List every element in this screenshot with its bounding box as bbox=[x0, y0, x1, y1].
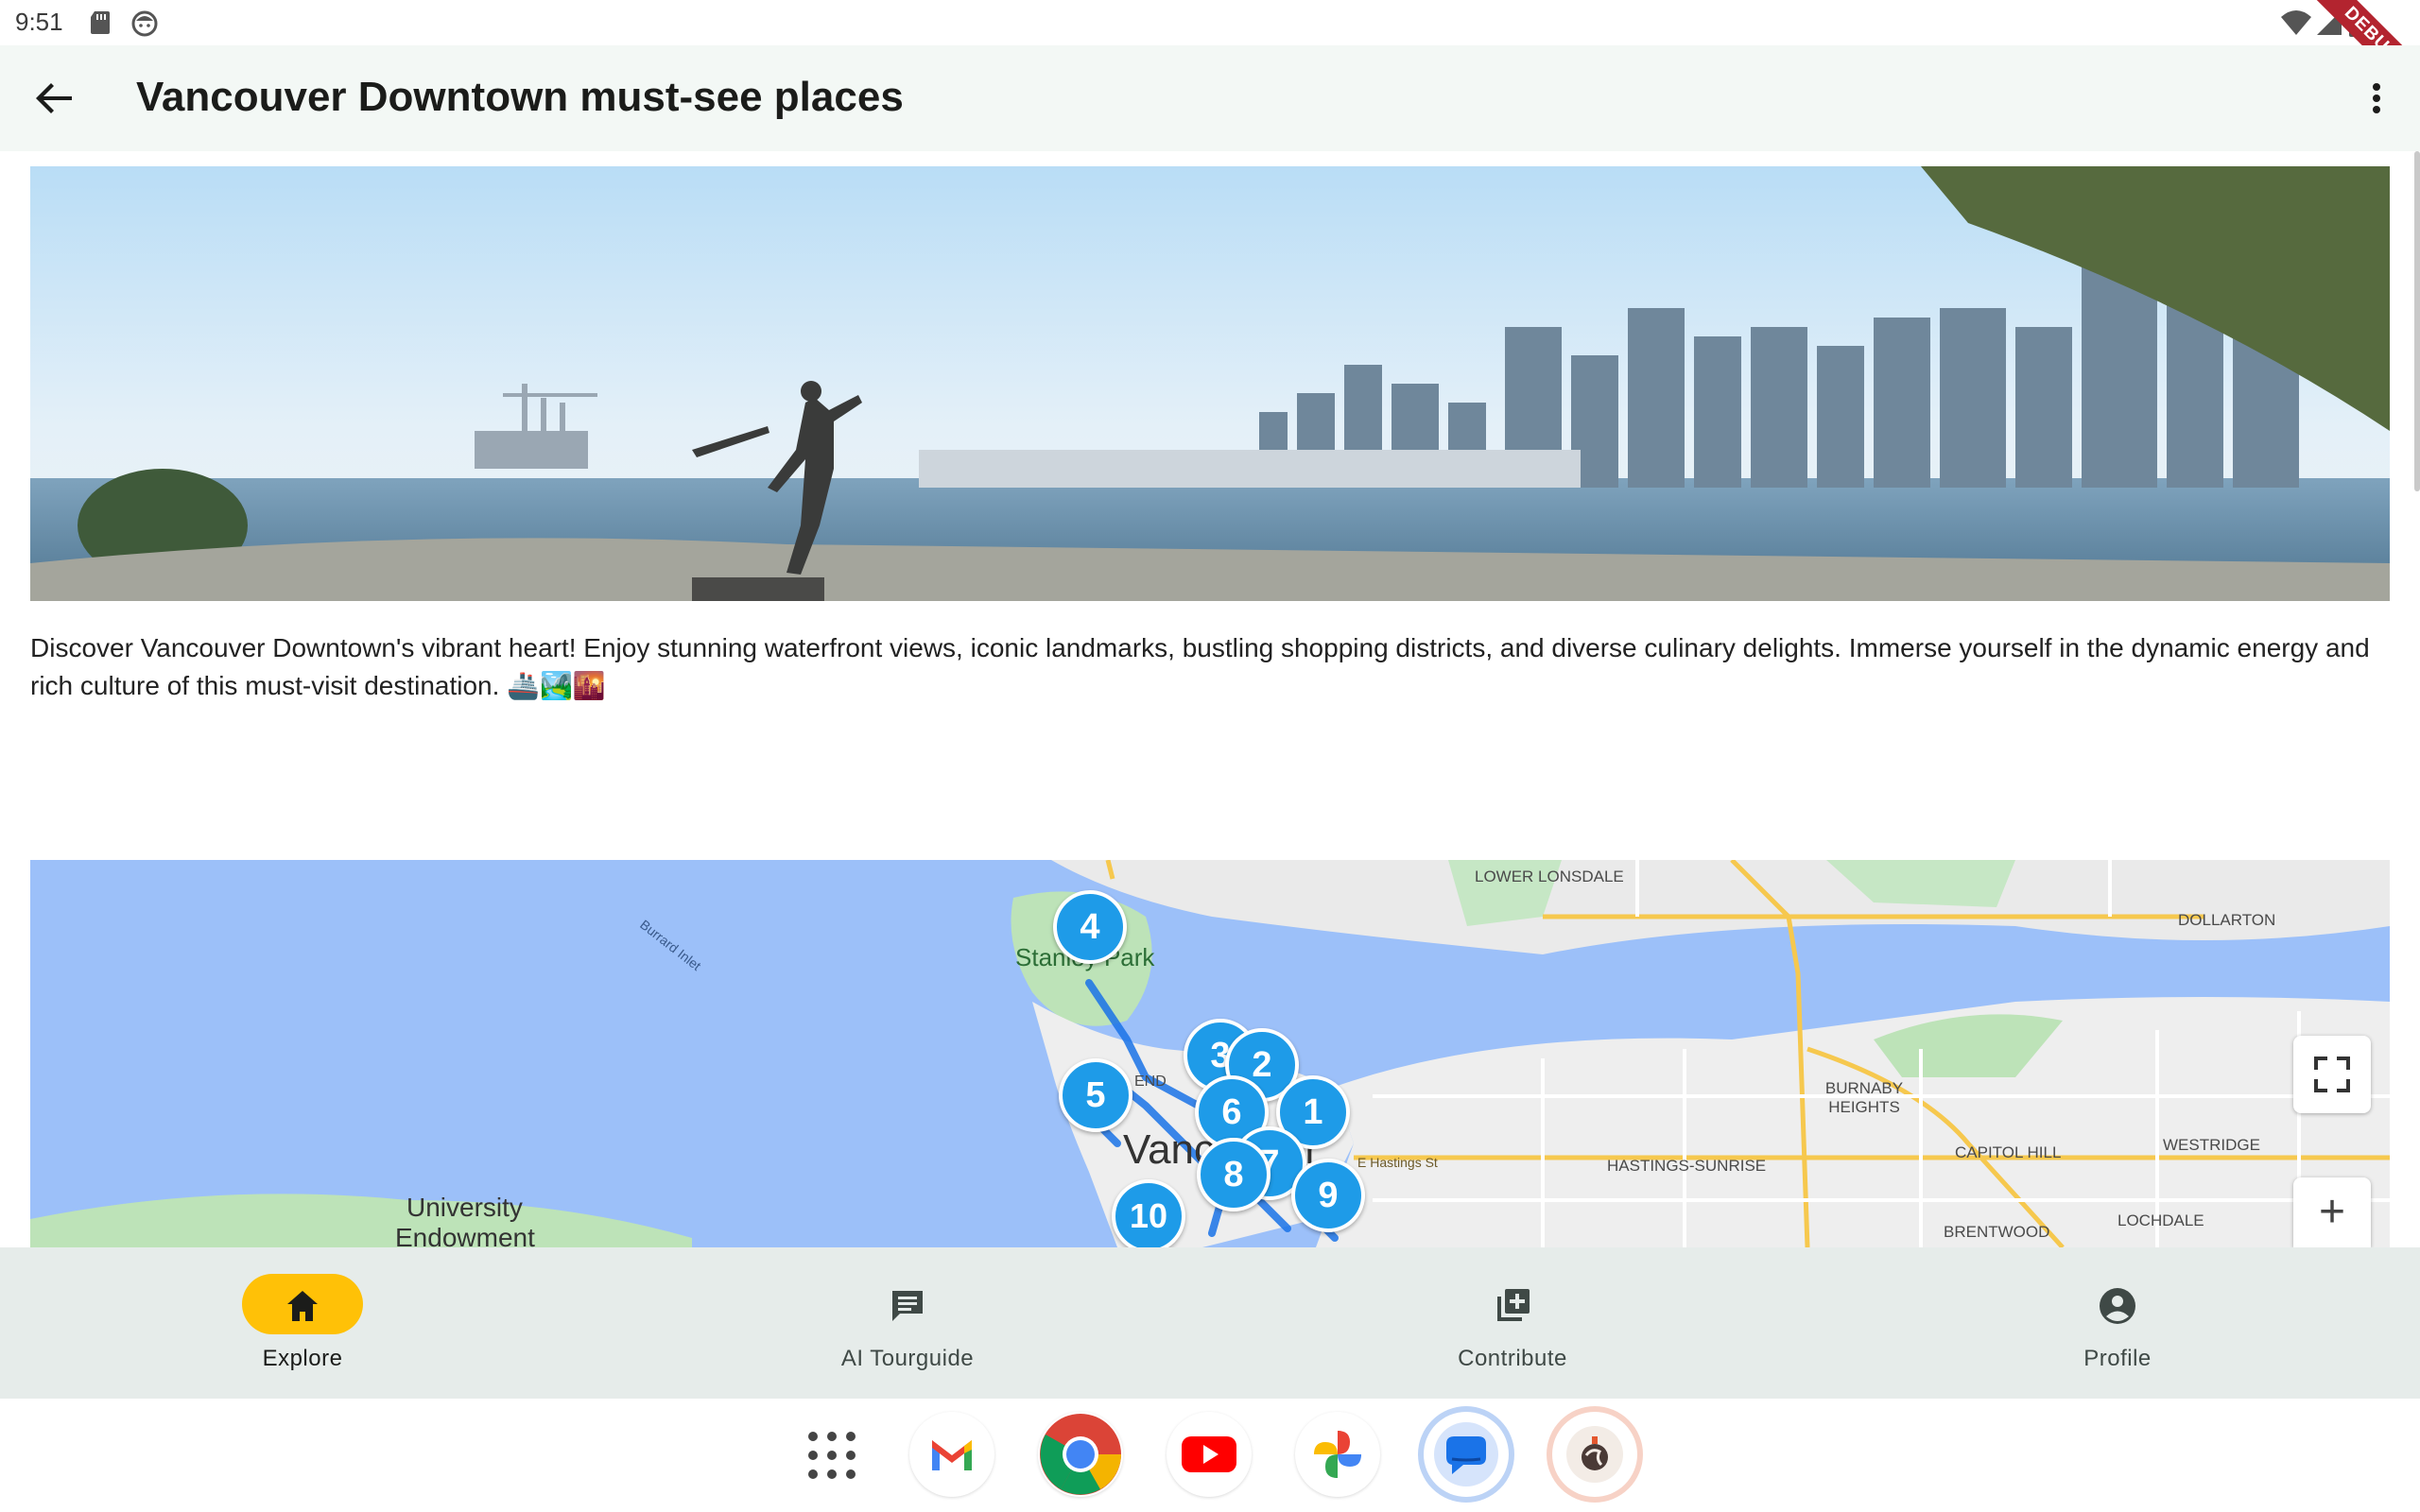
system-taskbar bbox=[0, 1399, 2420, 1512]
map-marker-4[interactable]: 4 bbox=[1053, 890, 1127, 964]
tour-content[interactable]: Discover Vancouver Downtown's vibrant he… bbox=[0, 151, 2420, 1247]
nav-label: Explore bbox=[262, 1346, 343, 1371]
status-bar: 9:51 DEBUG bbox=[0, 0, 2420, 109]
library-add-icon bbox=[1497, 1289, 1530, 1321]
map-label-capitol-hill: CAPITOL HILL bbox=[1955, 1143, 2062, 1161]
hero-image bbox=[30, 166, 2390, 601]
map-label-e-hastings: E Hastings St bbox=[1357, 1155, 1438, 1170]
nav-label: Contribute bbox=[1458, 1346, 1567, 1371]
fullscreen-icon bbox=[2314, 1057, 2350, 1092]
photos-app[interactable] bbox=[1295, 1412, 1380, 1497]
map-label-lower-lonsdale: LOWER LONSDALE bbox=[1475, 868, 1624, 885]
gmail-app[interactable] bbox=[909, 1412, 994, 1497]
sd-card-icon bbox=[91, 11, 110, 34]
map-label-lochdale: LOCHDALE bbox=[2118, 1211, 2204, 1229]
more-vert-icon[interactable] bbox=[2350, 72, 2403, 125]
map-label-endowment: Endowment bbox=[395, 1223, 535, 1247]
tour-app-icon bbox=[1566, 1426, 1623, 1483]
wifi-icon bbox=[2281, 10, 2311, 35]
messages-app[interactable] bbox=[1424, 1412, 1509, 1497]
face-icon bbox=[131, 10, 158, 37]
youtube-icon bbox=[1182, 1436, 1236, 1472]
chat-icon bbox=[892, 1291, 923, 1321]
arrow-back-icon[interactable] bbox=[28, 72, 81, 125]
photos-icon bbox=[1314, 1431, 1361, 1478]
tour-app[interactable] bbox=[1552, 1412, 1637, 1497]
nav-item-explore[interactable]: Explore bbox=[0, 1247, 605, 1399]
tour-description: Discover Vancouver Downtown's vibrant he… bbox=[30, 633, 2370, 700]
map-fullscreen-button[interactable] bbox=[2293, 1036, 2371, 1113]
nav-label: Profile bbox=[2083, 1346, 2152, 1371]
youtube-app[interactable] bbox=[1167, 1412, 1252, 1497]
nav-item-ai-tourguide[interactable]: AI Tourguide bbox=[605, 1247, 1210, 1399]
map-label-brentwood: BRENTWOOD bbox=[1944, 1223, 2050, 1241]
map-label-hastings-sunrise: HASTINGS-SUNRISE bbox=[1607, 1157, 1767, 1175]
bottom-navigation: Explore AI Tourguide Contribute Profile bbox=[0, 1247, 2420, 1399]
map-label-university: University bbox=[406, 1193, 523, 1222]
page-title: Vancouver Downtown must-see places bbox=[136, 74, 904, 120]
map-marker-8[interactable]: 8 bbox=[1197, 1138, 1270, 1211]
account-circle-icon bbox=[2100, 1288, 2135, 1324]
map-label-dollarton: DOLLARTON bbox=[2178, 911, 2276, 929]
chrome-icon bbox=[1040, 1414, 1121, 1495]
map-marker-10[interactable]: 10 bbox=[1112, 1179, 1185, 1247]
nav-item-contribute[interactable]: Contribute bbox=[1210, 1247, 1815, 1399]
messages-icon bbox=[1434, 1422, 1498, 1486]
scrollbar[interactable] bbox=[2414, 151, 2420, 491]
gmail-icon bbox=[932, 1440, 972, 1470]
home-icon bbox=[287, 1291, 318, 1321]
chrome-app[interactable] bbox=[1038, 1412, 1123, 1497]
map-label-west-end: END bbox=[1134, 1074, 1167, 1090]
map-label-westridge: WESTRIDGE bbox=[2163, 1136, 2260, 1154]
nav-item-profile[interactable]: Profile bbox=[1815, 1247, 2420, 1399]
map-label-burnaby-heights: BURNABY HEIGHTS bbox=[1824, 1079, 1904, 1116]
nav-label: AI Tourguide bbox=[840, 1346, 975, 1371]
zoom-in-label: + bbox=[2318, 1187, 2346, 1237]
app-drawer-icon[interactable] bbox=[805, 1429, 858, 1482]
tour-map[interactable]: LOWER LONSDALE DOLLARTON Burrard Inlet S… bbox=[30, 860, 2390, 1247]
status-time: 9:51 bbox=[15, 8, 63, 36]
map-marker-5[interactable]: 5 bbox=[1059, 1058, 1132, 1132]
app-bar: Vancouver Downtown must-see places bbox=[0, 45, 2420, 151]
map-marker-9[interactable]: 9 bbox=[1291, 1159, 1365, 1232]
map-zoom-in-button[interactable]: + bbox=[2293, 1177, 2371, 1247]
